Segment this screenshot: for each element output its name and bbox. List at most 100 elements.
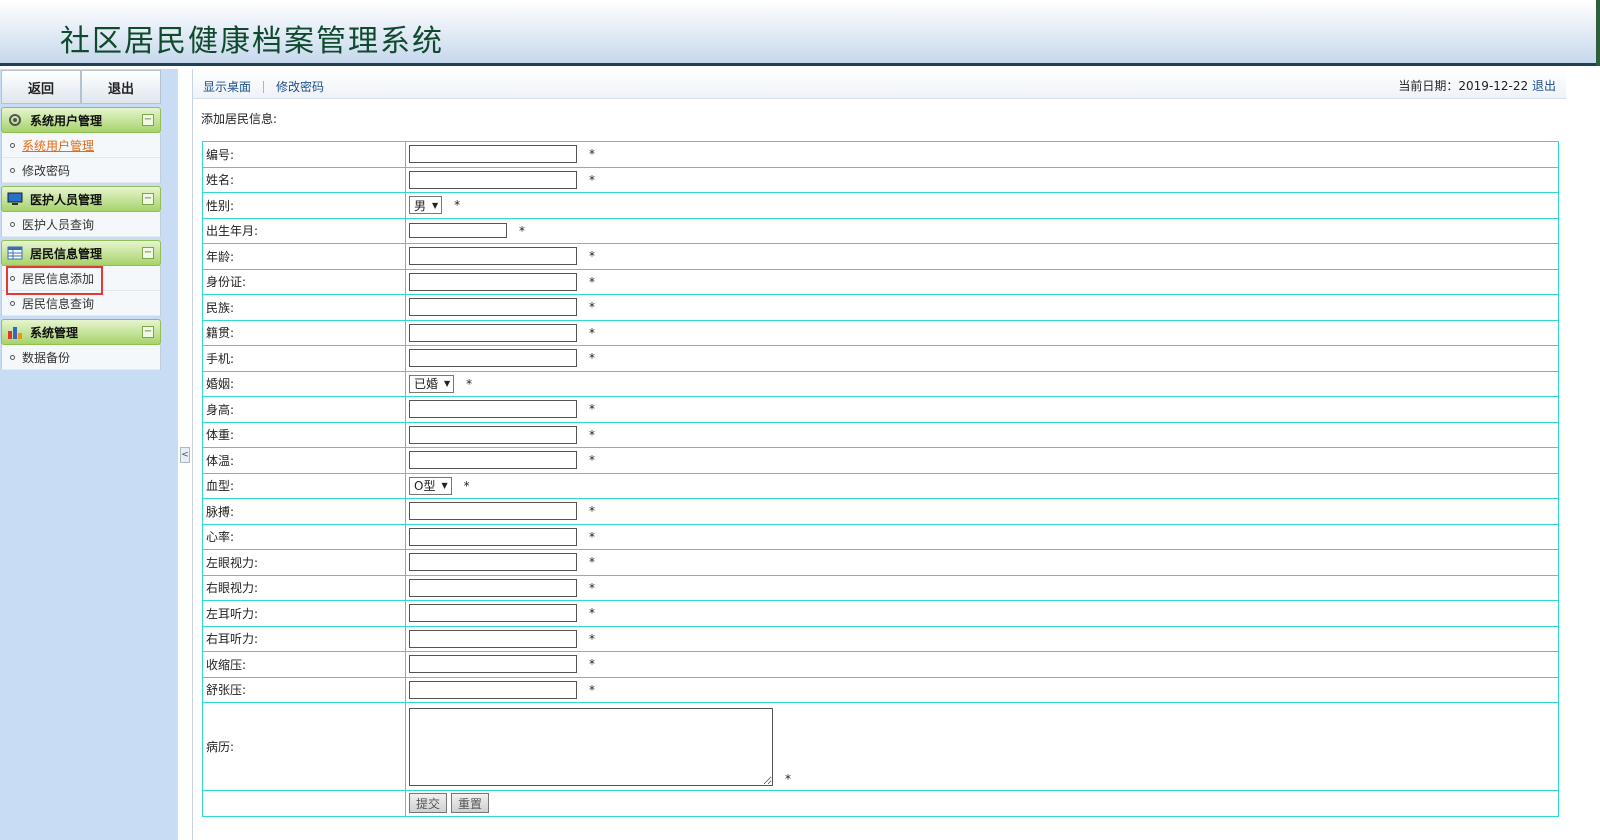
- select-dropdown[interactable]: O型 ▼: [409, 476, 452, 495]
- sidebar-group-label: 系统管理: [30, 325, 79, 340]
- field-label: 体重:: [202, 421, 406, 448]
- sidebar-nav-item[interactable]: 居民信息添加: [2, 266, 160, 295]
- text-input[interactable]: [409, 680, 577, 699]
- field-cell: *: [405, 676, 1559, 703]
- sidebar-group-label: 医护人员管理: [30, 192, 103, 207]
- sidebar-nav-item[interactable]: 系统用户管理: [2, 133, 160, 158]
- text-input[interactable]: [409, 578, 577, 597]
- collapse-icon[interactable]: −: [142, 326, 154, 338]
- text-input[interactable]: [409, 400, 577, 419]
- sidebar-nav-item[interactable]: 医护人员查询: [2, 212, 160, 237]
- text-input[interactable]: [409, 425, 577, 444]
- text-input[interactable]: [409, 170, 577, 189]
- collapse-icon[interactable]: −: [142, 114, 154, 126]
- required-mark: *: [589, 453, 595, 468]
- field-cell: *: [405, 345, 1559, 372]
- text-input[interactable]: [409, 604, 577, 623]
- current-date-text: 当前日期：2019-12-22: [1398, 79, 1529, 93]
- medical-history-textarea[interactable]: [409, 707, 773, 786]
- nav-divider: [263, 80, 265, 93]
- form-row: 民族: *: [202, 294, 1559, 321]
- sidebar-collapse-handle[interactable]: <: [180, 447, 190, 463]
- required-mark: *: [589, 682, 595, 697]
- field-label: 身高:: [202, 396, 406, 423]
- field-cell: *: [405, 294, 1559, 321]
- reset-button[interactable]: 重置: [451, 793, 490, 814]
- form-row: 身高: *: [202, 396, 1559, 423]
- sidebar-group-items: 数据备份: [1, 345, 161, 370]
- field-label: 出生年月:: [202, 217, 406, 244]
- sidebar-group-header[interactable]: 系统用户管理 −: [1, 107, 161, 133]
- page-title: 添加居民信息:: [201, 112, 278, 126]
- select-dropdown[interactable]: 已婚 ▼: [409, 374, 455, 393]
- exit-button[interactable]: 退出: [81, 70, 161, 104]
- sidebar-nav-label: 医护人员查询: [22, 217, 95, 232]
- field-cell: *: [405, 600, 1559, 627]
- field-label: 左眼视力:: [202, 549, 406, 576]
- sidebar-group-label: 居民信息管理: [30, 246, 103, 261]
- collapse-icon[interactable]: −: [142, 247, 154, 259]
- select-value: 已婚: [414, 377, 439, 392]
- text-input[interactable]: [409, 145, 577, 164]
- field-label: 收缩压:: [202, 651, 406, 678]
- logout-link[interactable]: 退出: [1532, 79, 1556, 93]
- sidebar-group-items: 医护人员查询: [1, 212, 161, 237]
- required-mark: *: [589, 249, 595, 264]
- text-input[interactable]: [409, 323, 577, 342]
- sidebar-nav-item[interactable]: 数据备份: [2, 345, 160, 370]
- submit-button[interactable]: 提交: [409, 793, 448, 814]
- text-input[interactable]: [409, 655, 577, 674]
- required-mark: *: [589, 402, 595, 417]
- form-row: 病历: *: [202, 702, 1559, 791]
- text-input[interactable]: [409, 502, 577, 521]
- dropdown-arrow-icon: ▼: [432, 200, 439, 210]
- field-cell: *: [405, 396, 1559, 423]
- collapse-icon[interactable]: −: [142, 193, 154, 205]
- change-password-link[interactable]: 修改密码: [276, 78, 324, 95]
- empty-cell: [202, 790, 406, 817]
- text-input[interactable]: [409, 349, 577, 368]
- field-label: 血型:: [202, 472, 406, 499]
- form-row: 心率: *: [202, 523, 1559, 550]
- form-row: 编号: *: [202, 141, 1559, 168]
- text-input[interactable]: [409, 527, 577, 546]
- field-label: 手机:: [202, 345, 406, 372]
- field-label: 脉搏:: [202, 498, 406, 525]
- monitor-icon: [6, 191, 24, 207]
- sidebar-nav-label: 居民信息查询: [22, 296, 95, 311]
- text-input[interactable]: [409, 451, 577, 470]
- text-input[interactable]: [409, 272, 577, 291]
- form-row: 左耳听力: *: [202, 600, 1559, 627]
- field-label: 舒张压:: [202, 676, 406, 703]
- form-row: 出生年月: *: [202, 217, 1559, 244]
- text-input[interactable]: [409, 298, 577, 317]
- sidebar-menu: 返回 退出 系统用户管理 − 系统用户管理 修改密码 医护人员管理 − 医护人员查询 居民信息…: [1, 70, 161, 370]
- field-cell: *: [405, 447, 1559, 474]
- sidebar-group-items: 居民信息添加 居民信息查询: [1, 266, 161, 316]
- sidebar-group-header[interactable]: 医护人员管理 −: [1, 186, 161, 212]
- sidebar-group-header[interactable]: 居民信息管理 −: [1, 240, 161, 266]
- sidebar: 返回 退出 系统用户管理 − 系统用户管理 修改密码 医护人员管理 − 医护人员查询 居民信息…: [0, 69, 178, 840]
- form-row: 体温: *: [202, 447, 1559, 474]
- app-header: 社区居民健康档案管理系统: [0, 0, 1600, 66]
- chevron-left-icon: <: [181, 450, 189, 460]
- form-row: 舒张压: *: [202, 676, 1559, 703]
- form-row: 收缩压: *: [202, 651, 1559, 678]
- main-content: 显示桌面 修改密码 当前日期：2019-12-22 退出 添加居民信息: 编号:…: [192, 69, 1566, 840]
- select-value: O型: [414, 479, 436, 494]
- back-button[interactable]: 返回: [1, 70, 81, 104]
- form-row: 身份证: *: [202, 268, 1559, 295]
- required-mark: *: [785, 771, 791, 786]
- text-input[interactable]: [409, 553, 577, 572]
- required-mark: *: [454, 198, 461, 213]
- required-mark: *: [589, 172, 595, 187]
- text-input[interactable]: [409, 629, 577, 648]
- sidebar-group-header[interactable]: 系统管理 −: [1, 319, 161, 345]
- form-row: 右眼视力: *: [202, 574, 1559, 601]
- required-mark: *: [589, 325, 595, 340]
- date-input[interactable]: [409, 223, 507, 239]
- sidebar-nav-item[interactable]: 修改密码: [2, 158, 160, 183]
- select-dropdown[interactable]: 男 ▼: [409, 196, 443, 215]
- show-desktop-link[interactable]: 显示桌面: [203, 78, 251, 95]
- text-input[interactable]: [409, 247, 577, 266]
